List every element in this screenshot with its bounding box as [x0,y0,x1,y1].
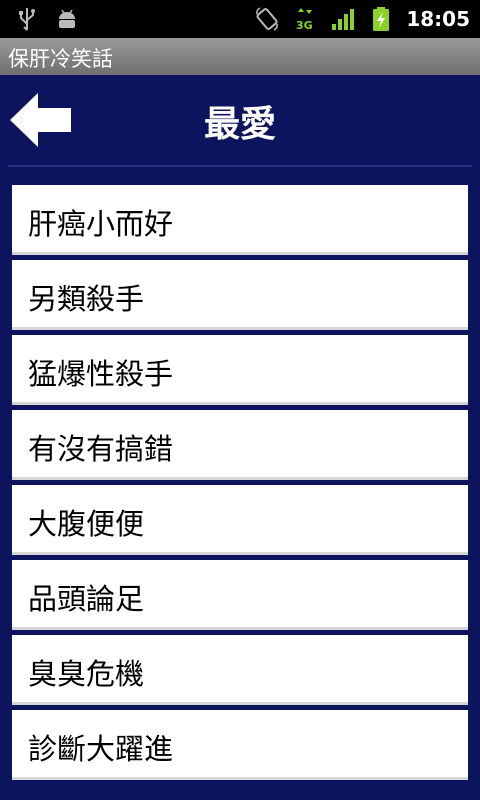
favorites-list: 肝癌小而好 另類殺手 猛爆性殺手 有沒有搞錯 大腹便便 品頭論足 臭臭危機 診斷… [12,185,468,785]
status-bar: 3G 18:05 [0,0,480,38]
page-title: 最愛 [203,104,276,145]
android-debug-icon [59,9,75,28]
battery-charging-icon [373,7,390,31]
list-item[interactable]: 臭臭危機 [12,635,468,705]
list-item-label: 臭臭危機 [28,657,145,691]
page-header: 最愛 [0,75,480,165]
list-item-label: 有沒有搞錯 [28,432,174,466]
list-item-label: 診斷大躍進 [28,732,174,766]
list-item[interactable]: 診斷大躍進 [12,710,468,780]
list-item[interactable]: 猛爆性殺手 [12,335,468,405]
list-item-label: 猛爆性殺手 [28,357,174,391]
list-item-label: 另類殺手 [28,282,145,316]
app-title-bar: 保肝冷笑話 [0,38,480,75]
list-item-label: 肝癌小而好 [28,207,174,241]
list-item[interactable]: 有沒有搞錯 [12,410,468,480]
list-item-label: 大腹便便 [28,507,145,541]
list-item[interactable]: 大腹便便 [12,485,468,555]
network-type-label: 3G [296,19,313,32]
signal-icon [332,9,355,30]
header-divider [8,165,472,167]
list-item[interactable]: 另類殺手 [12,260,468,330]
app-title: 保肝冷笑話 [8,47,113,71]
status-right: 3G 18:05 [254,4,470,34]
status-clock: 18:05 [406,7,470,31]
list-item-label: 品頭論足 [28,582,145,616]
list-item[interactable]: 肝癌小而好 [12,185,468,255]
status-left [14,6,80,32]
list-item[interactable]: 品頭論足 [12,560,468,630]
usb-icon [19,8,35,31]
3g-icon: 3G [296,8,313,32]
rotate-icon [256,7,279,31]
